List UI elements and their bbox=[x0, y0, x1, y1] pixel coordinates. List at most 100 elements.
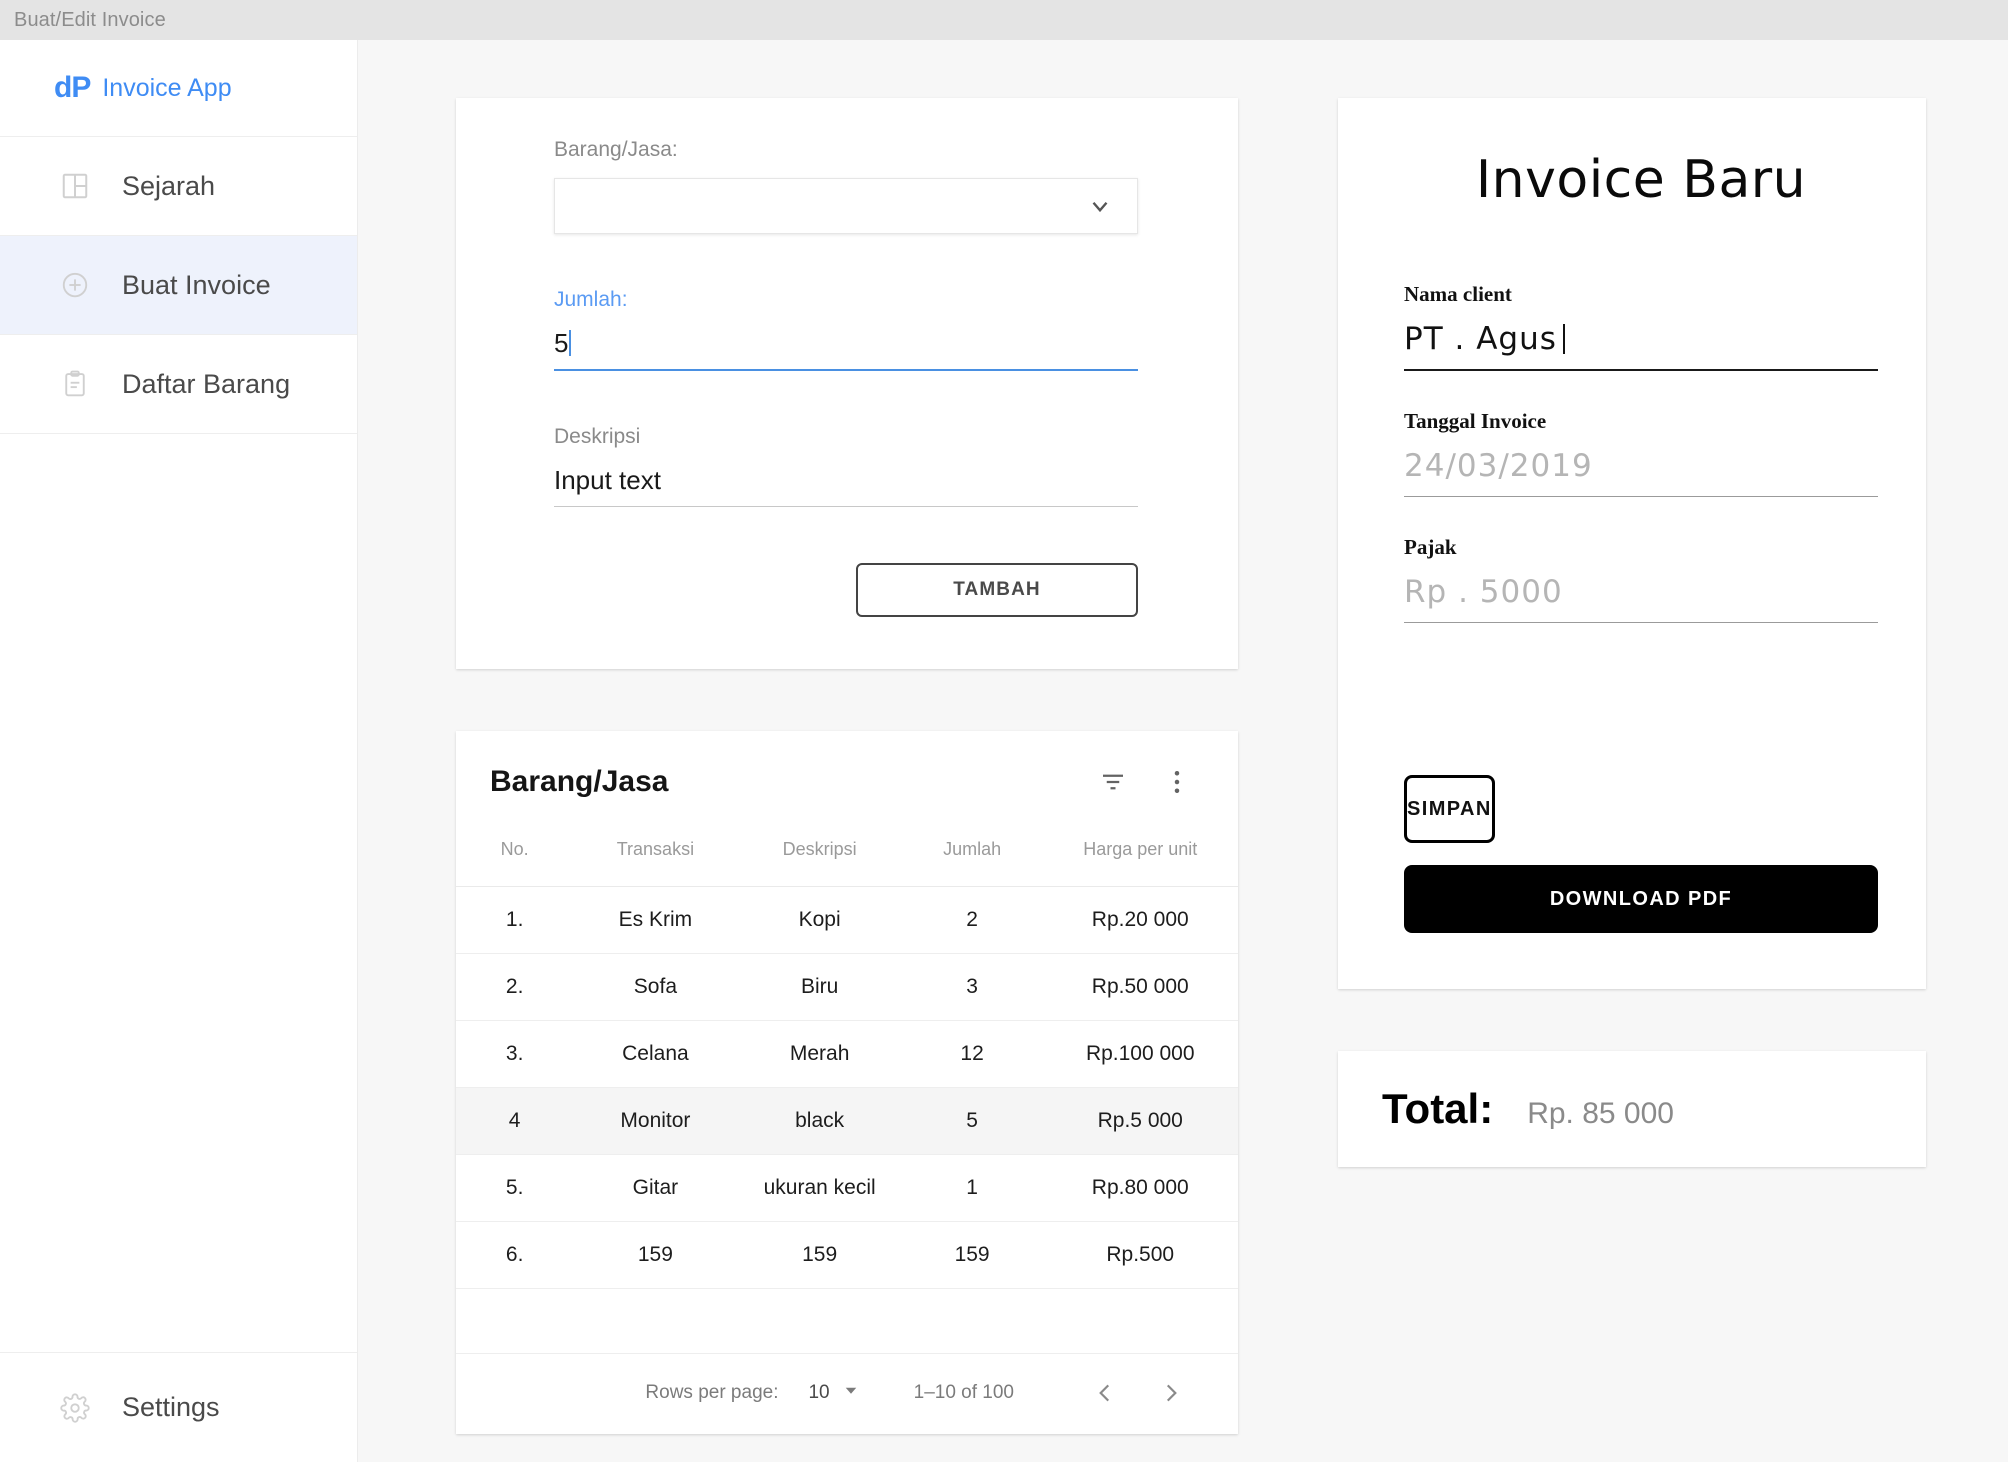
pajak-input[interactable]: Rp . 5000 bbox=[1404, 574, 1878, 623]
sidebar-item-label: Daftar Barang bbox=[122, 368, 291, 399]
simpan-button[interactable]: SIMPAN bbox=[1404, 775, 1495, 843]
sidebar-item-label: Settings bbox=[122, 1392, 220, 1422]
cell-deskripsi: Kopi bbox=[737, 886, 902, 954]
add-item-form-card: Barang/Jasa: Jumlah: 5 Deskripsi Input t… bbox=[456, 98, 1238, 669]
cell-no: 6. bbox=[456, 1221, 574, 1289]
total-value: Rp. 85 000 bbox=[1527, 1097, 1674, 1130]
download-pdf-button[interactable]: DOWNLOAD PDF bbox=[1404, 865, 1878, 933]
form-spacer-2 bbox=[554, 381, 1138, 425]
app-root: dP Invoice App Sejarah Buat Invoice Daft… bbox=[0, 40, 2008, 1462]
cell-no: 3. bbox=[456, 1020, 574, 1088]
deskripsi-label: Deskripsi bbox=[554, 425, 641, 448]
left-column: Barang/Jasa: Jumlah: 5 Deskripsi Input t… bbox=[456, 98, 1238, 1434]
cell-jumlah: 3 bbox=[901, 953, 1043, 1021]
more-vertical-icon[interactable] bbox=[1162, 767, 1192, 797]
table-row[interactable]: 2. Sofa Biru 3 Rp.50 000 bbox=[456, 953, 1238, 1021]
cell-transaksi: 159 bbox=[573, 1221, 738, 1289]
brand-header: dP Invoice App bbox=[0, 40, 357, 137]
tanggal-invoice-input[interactable]: 24/03/2019 bbox=[1404, 448, 1878, 497]
field-jumlah: Jumlah: 5 bbox=[554, 288, 1138, 371]
clipboard-icon bbox=[58, 367, 92, 401]
column-header-transaksi: Transaksi bbox=[573, 825, 738, 887]
field-barang-jasa: Barang/Jasa: bbox=[554, 138, 1138, 234]
app-name: Invoice App bbox=[102, 73, 232, 102]
window-titlebar: Buat/Edit Invoice bbox=[0, 0, 2008, 40]
invoice-actions: SIMPAN DOWNLOAD PDF bbox=[1404, 775, 1878, 933]
rows-per-page-value: 10 bbox=[808, 1382, 830, 1403]
cell-deskripsi: black bbox=[737, 1087, 902, 1155]
table-row-selected[interactable]: 4 Monitor black 5 Rp.5 000 bbox=[456, 1087, 1238, 1155]
field-tanggal-invoice: Tanggal Invoice 24/03/2019 bbox=[1404, 409, 1878, 497]
rows-per-page-select[interactable]: 10 bbox=[808, 1381, 859, 1405]
sidebar-item-buat-invoice[interactable]: Buat Invoice bbox=[0, 236, 357, 335]
column-header-jumlah: Jumlah bbox=[901, 825, 1043, 887]
cell-jumlah: 1 bbox=[901, 1154, 1043, 1222]
barang-jasa-label: Barang/Jasa: bbox=[554, 138, 678, 161]
table-toolbar: Barang/Jasa bbox=[456, 731, 1238, 825]
sidebar-item-label: Buat Invoice bbox=[122, 269, 271, 300]
form-actions: TAMBAH bbox=[554, 563, 1138, 617]
form-spacer bbox=[554, 244, 1138, 288]
table-empty-row bbox=[456, 1288, 1238, 1354]
field-deskripsi: Deskripsi Input text bbox=[554, 425, 1138, 507]
cell-harga: Rp.80 000 bbox=[1042, 1154, 1238, 1222]
cell-deskripsi: Merah bbox=[737, 1020, 902, 1088]
cell-jumlah: 12 bbox=[901, 1020, 1043, 1088]
jumlah-input[interactable]: 5 bbox=[554, 328, 1138, 371]
table-row[interactable]: 3. Celana Merah 12 Rp.100 000 bbox=[456, 1020, 1238, 1088]
right-column: Invoice Baru Nama client PT . Agus Tangg… bbox=[1338, 98, 1926, 1434]
deskripsi-input[interactable]: Input text bbox=[554, 465, 1138, 507]
table-row[interactable]: 1. Es Krim Kopi 2 Rp.20 000 bbox=[456, 886, 1238, 954]
jumlah-value: 5 bbox=[554, 328, 569, 358]
column-header-no: No. bbox=[456, 825, 574, 887]
cell-deskripsi: 159 bbox=[737, 1221, 902, 1289]
gear-icon bbox=[58, 1391, 92, 1425]
cell-transaksi: Es Krim bbox=[573, 886, 738, 954]
sidebar-item-daftar-barang[interactable]: Daftar Barang bbox=[0, 335, 357, 434]
items-table: No. Transaksi Deskripsi Jumlah Harga per… bbox=[456, 825, 1238, 1354]
main-content: Barang/Jasa: Jumlah: 5 Deskripsi Input t… bbox=[358, 40, 2008, 1462]
cell-no: 2. bbox=[456, 953, 574, 1021]
sidebar-item-settings[interactable]: Settings bbox=[0, 1352, 357, 1462]
dashboard-icon bbox=[58, 169, 92, 203]
chevron-down-icon bbox=[1087, 193, 1113, 219]
column-header-harga: Harga per unit bbox=[1042, 825, 1238, 887]
cell-deskripsi: ukuran kecil bbox=[737, 1154, 902, 1222]
total-card: Total: Rp. 85 000 bbox=[1338, 1051, 1926, 1167]
cell-harga: Rp.100 000 bbox=[1042, 1020, 1238, 1088]
table-header-row: No. Transaksi Deskripsi Jumlah Harga per… bbox=[456, 825, 1238, 887]
cell-harga: Rp.50 000 bbox=[1042, 953, 1238, 1021]
cell-no: 1. bbox=[456, 886, 574, 954]
table-body: 1. Es Krim Kopi 2 Rp.20 000 2. Sofa Biru… bbox=[456, 886, 1238, 1354]
table-head: No. Transaksi Deskripsi Jumlah Harga per… bbox=[456, 825, 1238, 887]
next-page-button[interactable] bbox=[1138, 1380, 1204, 1406]
filter-icon[interactable] bbox=[1098, 767, 1128, 797]
cell-jumlah: 5 bbox=[901, 1087, 1043, 1155]
app-logo-icon: dP bbox=[54, 71, 91, 104]
barang-jasa-select[interactable] bbox=[554, 178, 1138, 234]
invoice-title: Invoice Baru bbox=[1475, 150, 1807, 210]
table-pagination: Rows per page: 10 1–10 of 100 bbox=[456, 1354, 1238, 1434]
sidebar-item-sejarah[interactable]: Sejarah bbox=[0, 137, 357, 236]
plus-circle-icon bbox=[58, 268, 92, 302]
field-nama-client: Nama client PT . Agus bbox=[1404, 282, 1878, 371]
cell-harga: Rp.5 000 bbox=[1042, 1087, 1238, 1155]
cell-harga: Rp.500 bbox=[1042, 1221, 1238, 1289]
table-row[interactable]: 6. 159 159 159 Rp.500 bbox=[456, 1221, 1238, 1289]
nama-client-input[interactable]: PT . Agus bbox=[1404, 321, 1878, 371]
caret-down-icon bbox=[842, 1381, 860, 1405]
sidebar: dP Invoice App Sejarah Buat Invoice Daft… bbox=[0, 40, 358, 1462]
nama-client-value: PT . Agus bbox=[1404, 321, 1557, 357]
tanggal-invoice-label: Tanggal Invoice bbox=[1404, 409, 1547, 433]
cell-transaksi: Sofa bbox=[573, 953, 738, 1021]
previous-page-button[interactable] bbox=[1072, 1380, 1138, 1406]
field-pajak: Pajak Rp . 5000 bbox=[1404, 535, 1878, 623]
cell-no: 4 bbox=[456, 1087, 574, 1155]
tambah-button[interactable]: TAMBAH bbox=[856, 563, 1138, 617]
cell-transaksi: Monitor bbox=[573, 1087, 738, 1155]
sidebar-item-label: Sejarah bbox=[122, 170, 216, 201]
cell-jumlah: 159 bbox=[901, 1221, 1043, 1289]
invoice-card: Invoice Baru Nama client PT . Agus Tangg… bbox=[1338, 98, 1926, 989]
table-row[interactable]: 5. Gitar ukuran kecil 1 Rp.80 000 bbox=[456, 1154, 1238, 1222]
